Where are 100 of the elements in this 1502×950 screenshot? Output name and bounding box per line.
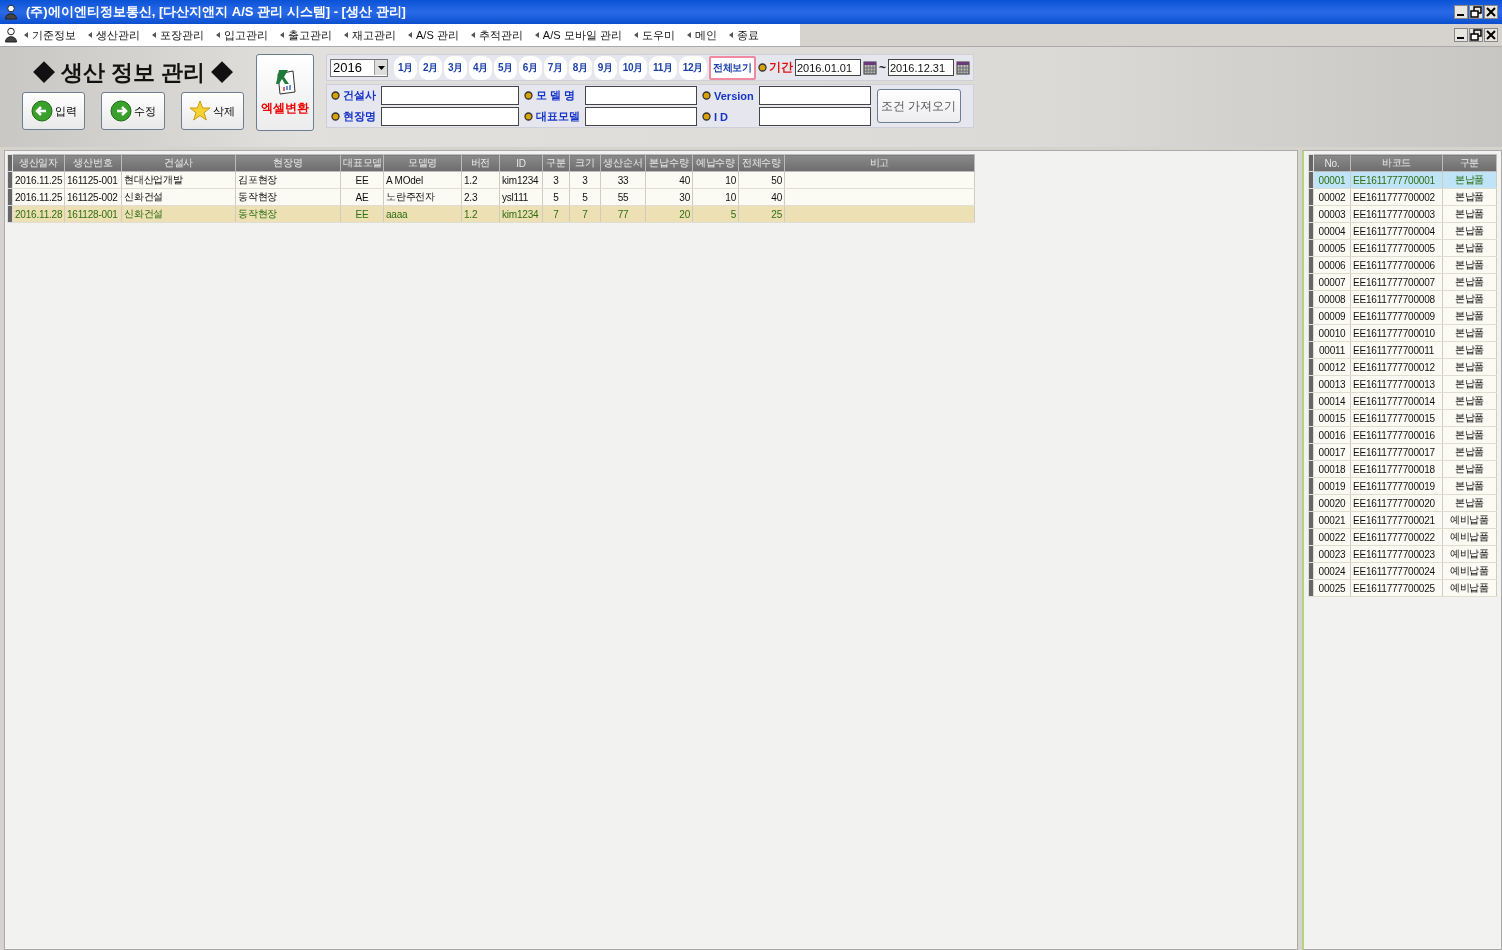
table-cell: 00016 (1313, 426, 1351, 444)
input-field[interactable] (758, 107, 871, 126)
column-header[interactable]: 생산번호 (64, 154, 122, 172)
column-header[interactable]: 크기 (569, 154, 601, 172)
menu-item[interactable]: A/S 관리 (402, 25, 465, 45)
column-header[interactable]: 비고 (784, 154, 975, 172)
table-cell: 00013 (1313, 375, 1351, 393)
column-header[interactable]: No. (1313, 154, 1351, 172)
column-header[interactable]: 구분 (1442, 154, 1497, 172)
table-cell: 00024 (1313, 562, 1351, 580)
month-tab[interactable]: 11月 (648, 55, 677, 80)
table-cell: 예비납품 (1442, 579, 1497, 597)
month-tab[interactable]: 10月 (618, 55, 647, 80)
menu-item[interactable]: 도우미 (627, 25, 681, 45)
edit-button[interactable]: 수정 (101, 92, 165, 130)
menu-item[interactable]: 출고관리 (274, 25, 338, 45)
column-header[interactable]: 생산순서 (600, 154, 646, 172)
close-button[interactable] (1484, 28, 1498, 42)
input-field[interactable] (585, 86, 697, 105)
column-header[interactable]: 본납수량 (645, 154, 693, 172)
table-cell: 예비납품 (1442, 511, 1497, 529)
column-header[interactable]: 예납수량 (692, 154, 739, 172)
table-cell: 00015 (1313, 409, 1351, 427)
table-cell: 3 (569, 171, 601, 189)
input-field[interactable] (381, 107, 519, 126)
table-cell: 7 (569, 205, 601, 223)
month-tab[interactable]: 전체보기 (708, 55, 756, 80)
column-header[interactable]: 바코드 (1350, 154, 1443, 172)
column-header[interactable]: 건설사 (121, 154, 236, 172)
table-cell: 본납품 (1442, 477, 1497, 495)
table-cell: EE1611777700017 (1350, 443, 1443, 461)
table-cell: 1.2 (461, 171, 500, 189)
minimize-button[interactable] (1454, 5, 1468, 19)
year-dropdown[interactable]: 2016 (330, 58, 388, 77)
menu-item[interactable]: A/S 모바일 관리 (528, 25, 628, 45)
date-field[interactable]: 2016.01.01 (795, 59, 861, 76)
table-cell: 본납품 (1442, 188, 1497, 206)
table-cell: 본납품 (1442, 222, 1497, 240)
month-tab[interactable]: 2月 (418, 55, 442, 80)
month-tab[interactable]: 9月 (593, 55, 617, 80)
table-cell: EE (340, 205, 384, 223)
person-icon (4, 27, 18, 43)
table-cell: EE1611777700015 (1350, 409, 1443, 427)
column-header[interactable]: 대표모델 (340, 154, 384, 172)
table-cell: 55 (600, 188, 646, 206)
column-header[interactable]: 모델명 (383, 154, 462, 172)
month-tab[interactable]: 12月 (678, 55, 707, 80)
table-cell: 본납품 (1442, 392, 1497, 410)
month-tab[interactable]: 1月 (394, 55, 417, 80)
input-field[interactable] (381, 86, 519, 105)
minimize-button[interactable] (1454, 28, 1468, 42)
menu-item[interactable]: 생산관리 (82, 25, 146, 45)
menu-item[interactable]: 기준정보 (18, 25, 82, 45)
table-cell: EE1611777700010 (1350, 324, 1443, 342)
restore-button[interactable] (1469, 28, 1483, 42)
table-cell: 00010 (1313, 324, 1351, 342)
table-cell: EE1611777700024 (1350, 562, 1443, 580)
menu-item[interactable]: 재고관리 (338, 25, 402, 45)
caret-icon (533, 31, 540, 39)
table-cell: 50 (738, 171, 785, 189)
close-button[interactable] (1484, 5, 1498, 19)
date-field[interactable]: 2016.12.31 (888, 59, 954, 76)
table-cell: 1.2 (461, 205, 500, 223)
menu-item[interactable]: 종료 (722, 25, 765, 45)
month-tab[interactable]: 3月 (443, 55, 467, 80)
table-cell: 김포현장 (235, 171, 341, 189)
menu-item[interactable]: 추적관리 (464, 25, 529, 45)
month-tab[interactable]: 7月 (543, 55, 567, 80)
menu-item[interactable]: 포장관리 (146, 25, 210, 45)
input-field[interactable] (758, 86, 871, 105)
month-tab[interactable]: 8月 (568, 55, 592, 80)
table-cell: 7 (542, 205, 570, 223)
table-cell: 00005 (1313, 239, 1351, 257)
month-tab[interactable]: 4月 (468, 55, 492, 80)
month-tab[interactable]: 6月 (518, 55, 542, 80)
input-field[interactable] (585, 107, 697, 126)
column-header[interactable]: 현장명 (235, 154, 341, 172)
range-separator: ~ (879, 60, 886, 75)
table-cell: 동작현장 (235, 205, 341, 223)
input-button[interactable]: 입력 (22, 92, 86, 130)
caret-icon (727, 31, 734, 39)
menu-item[interactable]: 메인 (680, 25, 723, 45)
calendar-icon[interactable] (956, 60, 970, 75)
table-cell: kim1234 (499, 205, 543, 223)
column-header[interactable]: 생산일자 (12, 154, 65, 172)
column-header[interactable]: 구분 (542, 154, 570, 172)
table-cell: 본납품 (1442, 205, 1497, 223)
table-cell: 00023 (1313, 545, 1351, 563)
table-cell: EE1611777700009 (1350, 307, 1443, 325)
fetch-conditions-button[interactable]: 조건 가져오기 (876, 89, 961, 123)
excel-export-button[interactable]: 엑셀변환 (256, 54, 314, 131)
delete-button[interactable]: 삭제 (180, 92, 244, 130)
calendar-icon[interactable] (863, 60, 877, 75)
table-cell: 40 (645, 171, 693, 189)
bullet-icon (524, 91, 533, 100)
restore-button[interactable] (1469, 5, 1483, 19)
menu-item[interactable]: 입고관리 (210, 25, 274, 45)
table-cell: 본납품 (1442, 324, 1497, 342)
month-tab[interactable]: 5月 (493, 55, 517, 80)
table-cell: 신화건설 (121, 188, 236, 206)
